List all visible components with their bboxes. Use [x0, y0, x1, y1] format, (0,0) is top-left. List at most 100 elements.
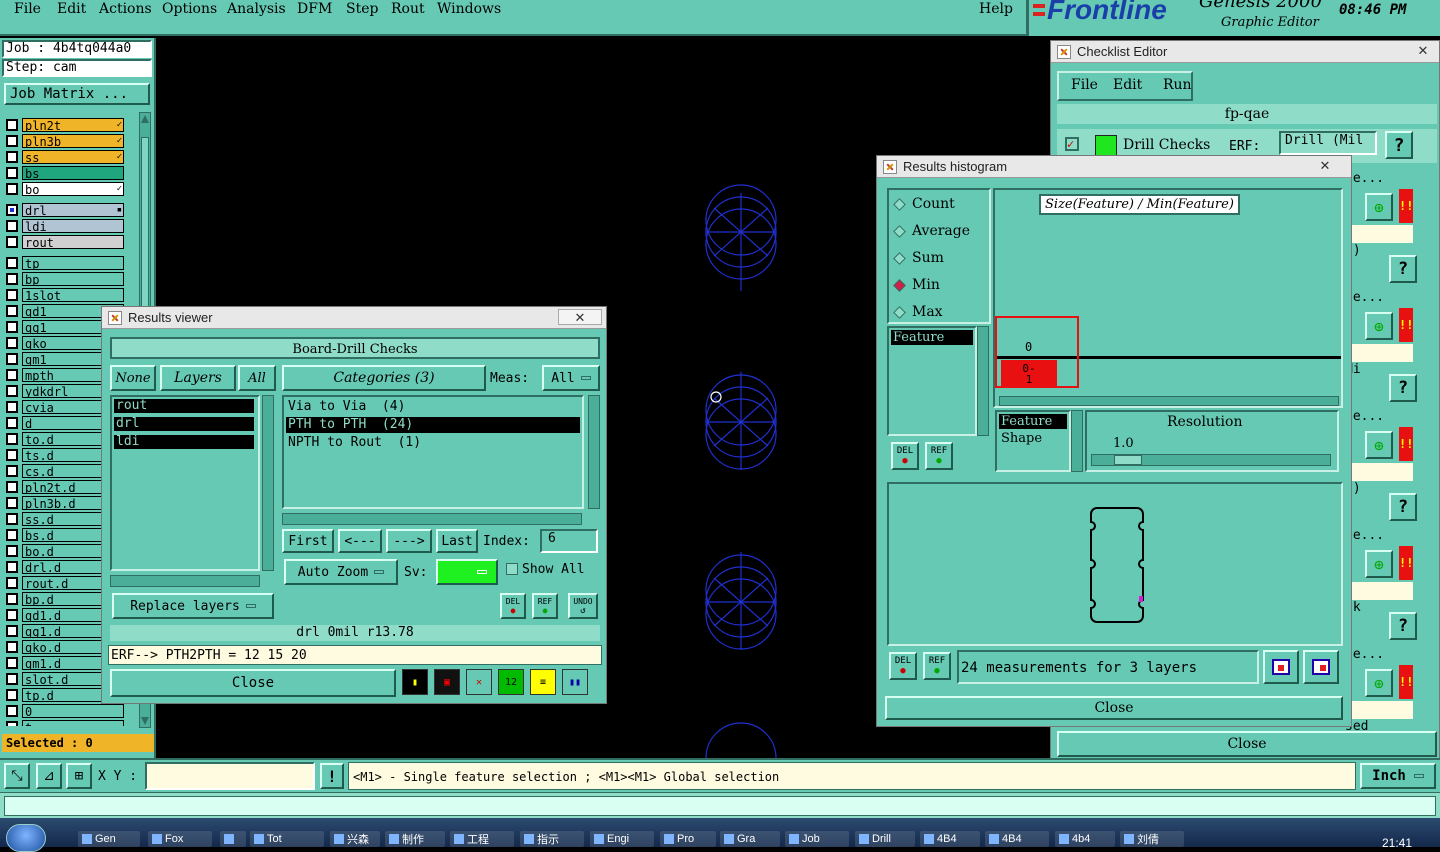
layer-name[interactable]: ss [22, 150, 124, 164]
layer-checkbox[interactable] [6, 236, 18, 248]
menu-analysis[interactable]: Analysis [227, 1, 286, 17]
menu-step[interactable]: Step [346, 1, 378, 17]
checklist-menu-edit[interactable]: Edit [1113, 77, 1142, 93]
layer-name[interactable]: pln2t [22, 118, 124, 132]
prev-button[interactable]: <--- [338, 529, 382, 553]
taskbar-item[interactable]: Fox [148, 831, 212, 847]
none-button[interactable]: None [110, 365, 156, 391]
grid-tool-icon[interactable]: ⊞ [66, 763, 92, 789]
layer-checkbox[interactable] [6, 625, 18, 637]
layer-checkbox[interactable] [6, 449, 18, 461]
slider-thumb[interactable] [1114, 455, 1142, 465]
layer-checkbox[interactable] [6, 529, 18, 541]
radio-diamond-icon[interactable] [893, 251, 906, 265]
layer-name[interactable]: bp [22, 272, 124, 286]
categories-list-hscroll[interactable] [282, 513, 582, 525]
taskbar-item[interactable]: 制作 [385, 831, 445, 847]
layer-name[interactable]: 1slot [22, 288, 124, 302]
taskbar-item[interactable]: 刘倩 [1120, 831, 1184, 847]
layer-checkbox[interactable] [6, 369, 18, 381]
layer-row[interactable]: ss ✓ [6, 150, 124, 164]
taskbar-item[interactable]: Drill [855, 831, 915, 847]
group-item-shape[interactable]: Shape [999, 431, 1067, 446]
layer-checkbox[interactable] [6, 641, 18, 653]
hist-option-sum[interactable]: Sum [893, 248, 944, 268]
layer-checkbox[interactable] [6, 561, 18, 573]
viewer-del-button[interactable]: DEL ● [500, 593, 526, 619]
help-button[interactable]: ? [1389, 493, 1417, 521]
group-item-feature[interactable]: Feature [999, 414, 1067, 429]
zoom-in-button[interactable] [1263, 650, 1299, 684]
zoom-icon[interactable]: ⊕ [1365, 550, 1393, 578]
first-button[interactable]: First [282, 529, 334, 553]
checklist-close-button[interactable]: Close [1057, 731, 1437, 757]
layer-checkbox[interactable] [6, 353, 18, 365]
zoom-icon[interactable]: ⊕ [1365, 669, 1393, 697]
taskbar-item[interactable]: 指示 [520, 831, 584, 847]
hist-option-max[interactable]: Max [893, 302, 943, 322]
category-list-item[interactable]: PTH to PTH (24) [286, 417, 580, 433]
layer-checkbox[interactable] [6, 593, 18, 605]
radio-diamond-icon[interactable] [893, 278, 906, 292]
layer-checkbox[interactable] [6, 204, 18, 216]
layer-checkbox[interactable] [6, 609, 18, 621]
layer-name[interactable]: tp [22, 256, 124, 270]
layer-checkbox[interactable] [6, 183, 18, 195]
group-list-scrollbar[interactable] [1071, 410, 1083, 472]
viewer-close-button[interactable]: Close [110, 669, 396, 697]
feature-list[interactable]: Feature [887, 326, 977, 436]
layer-checkbox[interactable] [6, 577, 18, 589]
viewer-undo-button[interactable]: UNDO ↺ [568, 593, 598, 619]
help-button[interactable]: ? [1389, 612, 1417, 640]
checklist-menu-run[interactable]: Run [1163, 77, 1192, 93]
last-button[interactable]: Last [436, 529, 478, 553]
menu-help[interactable]: Help [979, 1, 1013, 17]
numbered-tool-icon[interactable]: 12 [498, 669, 524, 695]
taskbar-item[interactable]: Tot [250, 831, 324, 847]
hist-ref-button[interactable]: REF ● [925, 442, 953, 470]
job-matrix-button[interactable]: Job Matrix ... [4, 83, 150, 105]
sv-color-select[interactable] [436, 559, 498, 585]
layer-list-item[interactable]: ldi [114, 435, 254, 449]
layer-checkbox[interactable] [6, 257, 18, 269]
erf-field[interactable]: Drill (Mil [1279, 131, 1377, 155]
layer-name[interactable]: pln3b [22, 134, 124, 148]
scroll-down-arrow-icon[interactable] [141, 717, 149, 725]
layers-button[interactable]: Layers [160, 365, 236, 391]
taskbar-item[interactable]: 4B4 [985, 831, 1049, 847]
units-select[interactable]: Inch [1360, 763, 1436, 789]
chart-tool-icon[interactable]: ▮▮ [562, 669, 588, 695]
layer-checkbox[interactable] [6, 220, 18, 232]
checklist-menu-file[interactable]: File [1071, 77, 1098, 93]
layer-checkbox[interactable] [6, 689, 18, 701]
show-all-checkbox[interactable] [506, 563, 518, 575]
report-tool-icon[interactable]: ▣ [434, 669, 460, 695]
zoom-icon[interactable]: ⊕ [1365, 431, 1393, 459]
layer-checkbox[interactable] [6, 119, 18, 131]
hist-option-count[interactable]: Count [893, 194, 955, 214]
hist-option-min[interactable]: Min [893, 275, 940, 295]
menu-dfm[interactable]: DFM [297, 1, 332, 17]
histogram-hscroll[interactable] [999, 396, 1339, 406]
layer-row[interactable]: bp [6, 272, 124, 286]
layer-checkbox[interactable] [6, 135, 18, 147]
snap-tool-icon[interactable]: ⤡ [4, 763, 30, 789]
feature-list-item[interactable]: Feature [891, 330, 973, 345]
layer-row[interactable]: 0 [6, 704, 124, 718]
categories-button[interactable]: Categories (3) [282, 365, 486, 391]
layer-checkbox[interactable] [6, 401, 18, 413]
help-button[interactable]: ? [1389, 374, 1417, 402]
layer-checkbox[interactable] [6, 167, 18, 179]
zoom-out-button[interactable] [1303, 650, 1339, 684]
start-button-icon[interactable] [6, 824, 46, 852]
feature-list-scrollbar[interactable] [977, 326, 989, 436]
menu-rout[interactable]: Rout [391, 1, 425, 17]
radio-diamond-icon[interactable] [893, 305, 906, 319]
menu-options[interactable]: Options [162, 1, 217, 17]
layer-row[interactable]: tp [6, 256, 124, 270]
layer-row[interactable]: t [6, 720, 124, 726]
menu-file[interactable]: File [14, 1, 41, 17]
layer-checkbox[interactable] [6, 385, 18, 397]
layer-name[interactable]: t [22, 720, 124, 726]
taskbar-item[interactable]: Engi [590, 831, 654, 847]
